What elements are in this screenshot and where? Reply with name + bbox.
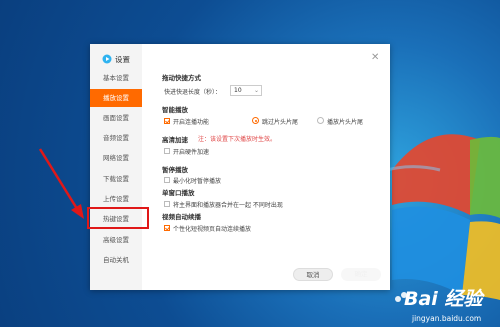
- auto-continue-checkbox[interactable]: [164, 225, 170, 231]
- cancel-button[interactable]: 取消: [293, 268, 333, 281]
- seek-length-value: 10: [234, 87, 242, 94]
- playback-settings-panel: 拖动快捷方式 快进快退长度（秒）： 10 ⌄ 智能播放 开启连播功能 跳过片头片…: [142, 44, 390, 290]
- watermark-text: Bai 经验: [404, 288, 483, 310]
- video-auto-title: 视频自动续播: [162, 213, 201, 221]
- single-window-title: 单窗口播放: [162, 189, 195, 197]
- sidebar-item-basic[interactable]: 基本设置: [90, 69, 142, 87]
- play-intro-label: 播放片头片尾: [327, 119, 364, 126]
- smart-play-title: 智能播放: [162, 106, 188, 114]
- seek-length-label: 快进快退长度（秒）：: [164, 89, 222, 96]
- auto-continue-label: 个性化短视频页自动连续播放: [173, 226, 252, 233]
- sidebar-item-playback[interactable]: 播放设置: [90, 89, 142, 107]
- sidebar-item-download[interactable]: 下载设置: [90, 170, 142, 188]
- ok-button[interactable]: 确定: [341, 268, 381, 281]
- skip-intro-radio[interactable]: [252, 117, 259, 124]
- minimize-pause-checkbox[interactable]: [164, 177, 170, 183]
- minimize-pause-label: 最小化时暂停播放: [173, 178, 222, 185]
- settings-dialog: 设置 基本设置 播放设置 画面设置 音频设置 网络设置 下载设置 上传设置 热键…: [90, 44, 390, 290]
- seek-length-select[interactable]: 10 ⌄: [230, 85, 262, 96]
- continuous-play-label: 开启连播功能: [173, 119, 210, 126]
- sidebar-item-upload[interactable]: 上传设置: [90, 190, 142, 208]
- skip-intro-label: 跳过片头片尾: [262, 119, 299, 126]
- hw-accel-note: 注：该设置下次播放时生效。: [198, 136, 277, 143]
- sidebar-item-audio[interactable]: 音频设置: [90, 129, 142, 147]
- settings-sidebar: 设置 基本设置 播放设置 画面设置 音频设置 网络设置 下载设置 上传设置 热键…: [90, 44, 142, 290]
- app-logo-icon: [102, 54, 112, 64]
- hw-accel-title: 高清加速: [162, 136, 188, 144]
- sidebar-item-network[interactable]: 网络设置: [90, 149, 142, 167]
- watermark-url: jingyan.baidu.com: [412, 314, 482, 323]
- merge-window-checkbox[interactable]: [164, 201, 170, 207]
- continuous-play-checkbox[interactable]: [164, 118, 170, 124]
- sidebar-item-display[interactable]: 画面设置: [90, 109, 142, 127]
- pause-play-title: 暂停播放: [162, 166, 188, 174]
- hotkeys-highlight-box: [87, 207, 149, 229]
- hw-accel-label: 开启硬件加速: [173, 149, 210, 156]
- hw-accel-checkbox[interactable]: [164, 148, 170, 154]
- dialog-header: 设置: [102, 52, 130, 66]
- play-intro-radio[interactable]: [317, 117, 324, 124]
- merge-window-label: 将主界面和播放器合并在一起 不同时出现: [173, 202, 283, 209]
- sidebar-item-advanced[interactable]: 高级设置: [90, 231, 142, 249]
- dialog-title: 设置: [115, 54, 130, 64]
- drag-mode-title: 拖动快捷方式: [162, 74, 201, 82]
- sidebar-item-auto-shutdown[interactable]: 自动关机: [90, 251, 142, 269]
- chevron-down-icon: ⌄: [253, 87, 259, 94]
